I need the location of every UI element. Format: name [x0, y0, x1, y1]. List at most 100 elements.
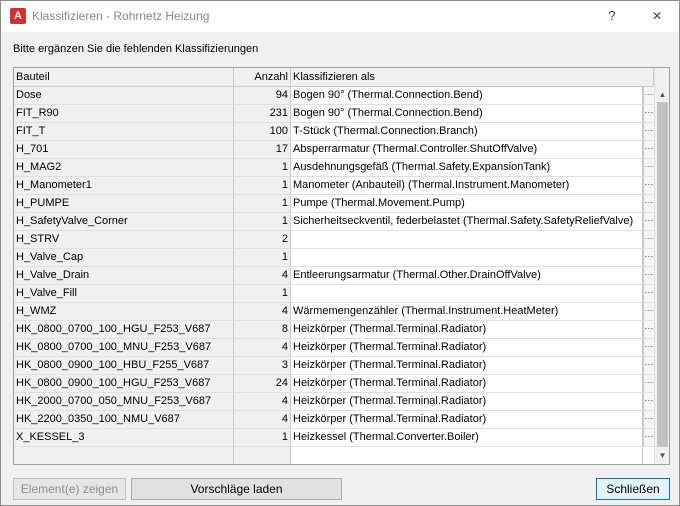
- table-row[interactable]: HK_0800_0900_100_HGU_F253_V687 24 Heizkörp…: [14, 375, 654, 393]
- cell-anzahl: 100: [234, 123, 291, 140]
- table-row[interactable]: HK_2000_0700_050_MNU_F253_V687 4 Heizkörpe…: [14, 393, 654, 411]
- cell-klassifizieren-als[interactable]: Bogen 90° (Thermal.Connection.Bend): [291, 105, 643, 122]
- cell-anzahl: 1: [234, 429, 291, 446]
- cell-anzahl: 94: [234, 87, 291, 104]
- cell-bauteil: FIT_R90: [14, 105, 234, 122]
- table-row[interactable]: H_Manometer1 1 Manometer (Anbauteil) (Ther…: [14, 177, 654, 195]
- cell-klassifizieren-als[interactable]: Heizkörper (Thermal.Terminal.Radiator): [291, 357, 643, 374]
- scroll-down-icon[interactable]: ▼: [655, 448, 669, 463]
- cell-klassifizieren-als[interactable]: [291, 249, 643, 266]
- cell-klassifizieren-als[interactable]: Heizkörper (Thermal.Terminal.Radiator): [291, 339, 643, 356]
- table-row[interactable]: H_Valve_Drain 4 Entleerungsarmatur (Therma…: [14, 267, 654, 285]
- cell-klassifizieren-als[interactable]: T-Stück (Thermal.Connection.Branch): [291, 123, 643, 140]
- vertical-scrollbar[interactable]: ▲ ▼: [654, 68, 669, 464]
- grid-header: Bauteil Anzahl Klassifizieren als: [14, 68, 654, 87]
- cell-bauteil: H_Valve_Drain: [14, 267, 234, 284]
- browse-classification-button[interactable]: ···: [643, 177, 654, 194]
- cell-anzahl: 1: [234, 177, 291, 194]
- table-row[interactable]: H_701 17 Absperrarmatur (Thermal.Controlle…: [14, 141, 654, 159]
- browse-classification-button[interactable]: ···: [643, 393, 654, 410]
- scroll-thumb[interactable]: [657, 102, 668, 447]
- table-row[interactable]: FIT_T 100 T-Stück (Thermal.Connection.Bran…: [14, 123, 654, 141]
- cell-klassifizieren-als[interactable]: Heizkörper (Thermal.Terminal.Radiator): [291, 321, 643, 338]
- close-button[interactable]: Schließen: [596, 478, 670, 500]
- cell-anzahl-empty: [234, 447, 291, 464]
- cell-klassifizieren-als[interactable]: [291, 285, 643, 302]
- column-header-bauteil[interactable]: Bauteil: [14, 68, 234, 87]
- cell-klassifizieren-als[interactable]: Entleerungsarmatur (Thermal.Other.DrainO…: [291, 267, 643, 284]
- cell-klassifizieren-als[interactable]: Bogen 90° (Thermal.Connection.Bend): [291, 87, 643, 104]
- column-header-anzahl[interactable]: Anzahl: [234, 68, 291, 87]
- cell-klassifizieren-als[interactable]: Heizkörper (Thermal.Terminal.Radiator): [291, 375, 643, 392]
- table-row[interactable]: HK_0800_0700_100_MNU_F253_V687 4 Heizkörpe…: [14, 339, 654, 357]
- cell-anzahl: 4: [234, 411, 291, 428]
- browse-classification-button[interactable]: ···: [643, 105, 654, 122]
- browse-classification-button[interactable]: ···: [643, 321, 654, 338]
- cell-anzahl: 3: [234, 357, 291, 374]
- classification-grid: Bauteil Anzahl Klassifizieren als Dose 94…: [13, 67, 670, 465]
- cell-bauteil: H_WMZ: [14, 303, 234, 320]
- close-icon[interactable]: ✕: [641, 5, 673, 27]
- cell-bauteil: H_SafetyValve_Corner: [14, 213, 234, 230]
- cell-klassifizieren-als[interactable]: Heizkessel (Thermal.Converter.Boiler): [291, 429, 643, 446]
- cell-anzahl: 1: [234, 249, 291, 266]
- cell-klassifizieren-als[interactable]: Pumpe (Thermal.Movement.Pump): [291, 195, 643, 212]
- table-row[interactable]: H_STRV 2 ···: [14, 231, 654, 249]
- cell-bauteil: H_701: [14, 141, 234, 158]
- cell-klassifizieren-als[interactable]: Heizkörper (Thermal.Terminal.Radiator): [291, 393, 643, 410]
- cell-bauteil-empty: [14, 447, 234, 464]
- cell-bauteil: Dose: [14, 87, 234, 104]
- browse-classification-button[interactable]: ···: [643, 357, 654, 374]
- cell-klassifizieren-als[interactable]: Manometer (Anbauteil) (Thermal.Instrumen…: [291, 177, 643, 194]
- browse-classification-button[interactable]: ···: [643, 411, 654, 428]
- table-row[interactable]: H_Valve_Fill 1 ···: [14, 285, 654, 303]
- browse-classification-button[interactable]: ···: [643, 159, 654, 176]
- table-row[interactable]: H_PUMPE 1 Pumpe (Thermal.Movement.Pump) ···: [14, 195, 654, 213]
- browse-classification-button[interactable]: ···: [643, 231, 654, 248]
- table-row[interactable]: HK_0800_0700_100_HGU_F253_V687 8 Heizkörpe…: [14, 321, 654, 339]
- browse-classification-button[interactable]: ···: [643, 87, 654, 104]
- cell-bauteil: H_PUMPE: [14, 195, 234, 212]
- browse-classification-button[interactable]: ···: [643, 303, 654, 320]
- cell-klassifizieren-als[interactable]: Heizkörper (Thermal.Terminal.Radiator): [291, 411, 643, 428]
- cell-bauteil: HK_0800_0900_100_HGU_F253_V687: [14, 375, 234, 392]
- cell-bauteil: HK_0800_0700_100_MNU_F253_V687: [14, 339, 234, 356]
- browse-classification-button[interactable]: ···: [643, 249, 654, 266]
- browse-classification-button[interactable]: ···: [643, 339, 654, 356]
- browse-classification-button[interactable]: ···: [643, 429, 654, 446]
- cell-klassifizieren-als[interactable]: [291, 231, 643, 248]
- table-row[interactable]: H_SafetyValve_Corner 1 Sicherheitseckventi…: [14, 213, 654, 231]
- cell-klassifizieren-als[interactable]: Wärmemengenzähler (Thermal.Instrument.He…: [291, 303, 643, 320]
- load-suggestions-button[interactable]: Vorschläge laden: [131, 478, 342, 500]
- cell-anzahl: 2: [234, 231, 291, 248]
- scroll-up-icon[interactable]: ▲: [655, 87, 669, 102]
- table-row[interactable]: H_Valve_Cap 1 ···: [14, 249, 654, 267]
- browse-classification-button[interactable]: ···: [643, 141, 654, 158]
- table-row[interactable]: H_MAG2 1 Ausdehnungsgefäß (Thermal.Safety.…: [14, 159, 654, 177]
- browse-classification-button[interactable]: ···: [643, 123, 654, 140]
- help-icon[interactable]: ?: [598, 5, 626, 27]
- table-row[interactable]: X_KESSEL_3 1 Heizkessel (Thermal.Converter…: [14, 429, 654, 447]
- autocad-app-icon: A: [10, 8, 26, 24]
- browse-classification-button[interactable]: ···: [643, 195, 654, 212]
- browse-classification-button[interactable]: ···: [643, 213, 654, 230]
- cell-klassifizieren-als[interactable]: Sicherheitseckventil, federbelastet (The…: [291, 213, 643, 230]
- classify-dialog: A Klassifizieren - Rohrnetz Heizung ? ✕ …: [0, 0, 680, 506]
- cell-klassifizieren-als[interactable]: Absperrarmatur (Thermal.Controller.ShutO…: [291, 141, 643, 158]
- browse-classification-button[interactable]: ···: [643, 267, 654, 284]
- table-row[interactable]: FIT_R90 231 Bogen 90° (Thermal.Connection.…: [14, 105, 654, 123]
- column-header-klassifizieren[interactable]: Klassifizieren als: [291, 68, 654, 87]
- table-row[interactable]: Dose 94 Bogen 90° (Thermal.Connection.Bend…: [14, 87, 654, 105]
- cell-anzahl: 1: [234, 285, 291, 302]
- browse-classification-button[interactable]: ···: [643, 375, 654, 392]
- table-row[interactable]: H_WMZ 4 Wärmemengenzähler (Thermal.Instrum…: [14, 303, 654, 321]
- cell-anzahl: 24: [234, 375, 291, 392]
- table-row[interactable]: HK_2200_0350_100_NMU_V687 4 Heizkörper (Th…: [14, 411, 654, 429]
- cell-bauteil: X_KESSEL_3: [14, 429, 234, 446]
- show-elements-button[interactable]: Element(e) zeigen: [13, 478, 126, 500]
- browse-classification-button[interactable]: ···: [643, 285, 654, 302]
- cell-bauteil: H_Manometer1: [14, 177, 234, 194]
- cell-anzahl: 4: [234, 303, 291, 320]
- table-row[interactable]: HK_0800_0900_100_HBU_F255_V687 3 Heizkörpe…: [14, 357, 654, 375]
- cell-klassifizieren-als[interactable]: Ausdehnungsgefäß (Thermal.Safety.Expansi…: [291, 159, 643, 176]
